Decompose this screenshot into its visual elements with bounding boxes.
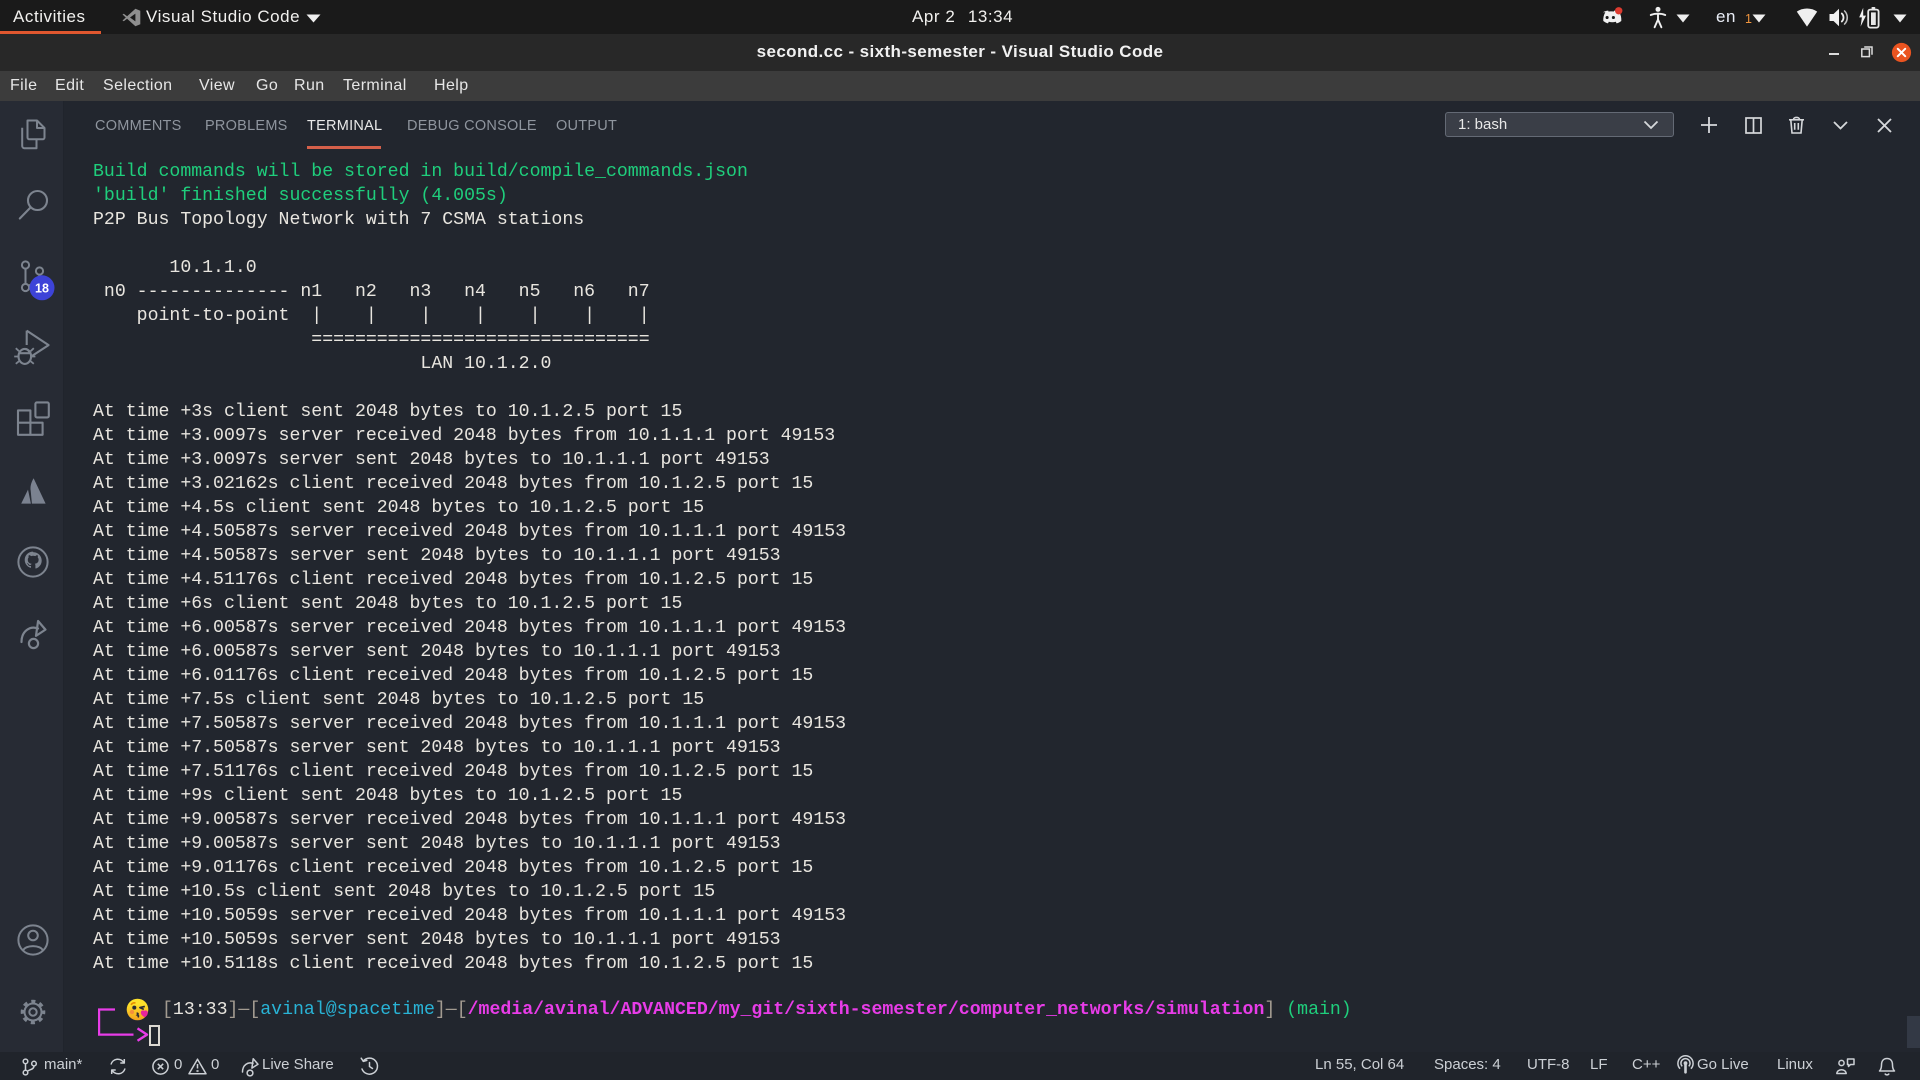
svg-text:18: 18	[35, 281, 49, 295]
